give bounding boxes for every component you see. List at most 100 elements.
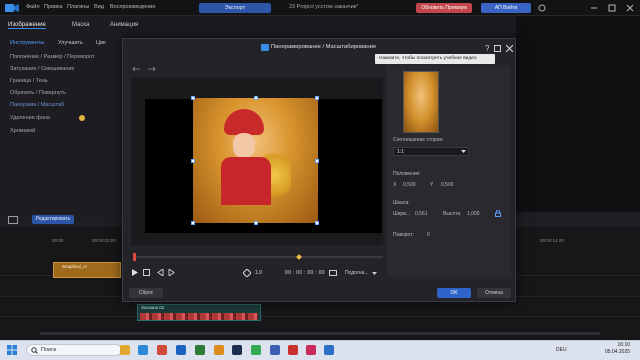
resize-handle[interactable] bbox=[191, 96, 195, 100]
menu-view[interactable]: Вид bbox=[94, 4, 104, 10]
taskbar-app-icon[interactable] bbox=[120, 345, 130, 355]
lock-icon[interactable] bbox=[495, 210, 501, 217]
resize-handle[interactable] bbox=[315, 96, 319, 100]
taskbar-app-icon[interactable] bbox=[251, 345, 261, 355]
subtab-tools[interactable]: Инструменты bbox=[10, 40, 44, 46]
timecode: 00 : 00 : 00 : 00 bbox=[285, 270, 325, 276]
audio-clip[interactable]: Suruana 02 bbox=[137, 304, 261, 321]
windows-start-icon[interactable] bbox=[7, 345, 17, 355]
maximize-icon[interactable] bbox=[608, 4, 616, 12]
tool-fade-blend[interactable]: Затухание / Смешивание bbox=[10, 66, 74, 72]
audio-waveform bbox=[140, 313, 258, 320]
menu-file[interactable]: Файл bbox=[26, 4, 40, 10]
pos-y-input[interactable]: 0,500 bbox=[441, 182, 454, 188]
premium-badge-icon bbox=[79, 115, 85, 121]
photo-face bbox=[233, 133, 255, 158]
aspect-ratio-label: Соотношение сторон: bbox=[393, 137, 444, 143]
keyboard-language[interactable]: DEU bbox=[556, 347, 567, 353]
close-icon[interactable] bbox=[626, 4, 634, 12]
resize-handle[interactable] bbox=[254, 96, 258, 100]
help-icon[interactable]: ? bbox=[484, 44, 491, 52]
tool-chromakey[interactable]: Хромакей bbox=[10, 128, 35, 134]
main-preview-background bbox=[516, 16, 640, 212]
tab-image[interactable]: Изображение bbox=[8, 22, 46, 29]
aspect-ratio-select[interactable]: 1:1 bbox=[393, 147, 469, 156]
pos-x-input[interactable]: 0,500 bbox=[403, 182, 416, 188]
clock-time: 16:10 bbox=[617, 342, 631, 348]
undo-icon[interactable] bbox=[131, 66, 141, 72]
ok-button[interactable]: OK bbox=[437, 288, 471, 298]
position-label: Положение: bbox=[393, 171, 421, 177]
edit-panel: Изображение Маска Анимация Инструменты У… bbox=[0, 16, 138, 212]
taskbar-app-icon[interactable] bbox=[157, 345, 167, 355]
cancel-button[interactable]: Отмена bbox=[477, 288, 511, 298]
ruler-tick: 00:00 bbox=[52, 238, 64, 243]
tab-animation[interactable]: Анимация bbox=[110, 22, 138, 28]
resize-handle[interactable] bbox=[191, 159, 195, 163]
clip-label: Suruana 02 bbox=[141, 305, 165, 310]
chevron-down-icon[interactable] bbox=[461, 150, 466, 153]
tool-remove-background[interactable]: Удаление фона bbox=[10, 115, 50, 121]
upgrade-button[interactable]: Обновить Премиум bbox=[416, 3, 472, 13]
taskbar-app-icon[interactable] bbox=[138, 345, 148, 355]
resize-handle[interactable] bbox=[315, 221, 319, 225]
taskbar-search-input[interactable]: Поиск bbox=[26, 344, 122, 356]
width-input[interactable]: 0,561 bbox=[415, 211, 428, 217]
snapshot-icon[interactable] bbox=[329, 270, 337, 276]
timeline-scrollbar[interactable] bbox=[40, 332, 600, 335]
scale-label: Шкала: bbox=[393, 200, 410, 206]
subtab-enhance[interactable]: Улучшить bbox=[58, 40, 83, 46]
video-tutorial-icon[interactable] bbox=[494, 45, 501, 52]
tool-pan-zoom[interactable]: Панорама / Масштаб bbox=[10, 102, 64, 108]
source-thumbnail bbox=[403, 71, 439, 133]
edit-button[interactable]: Редактировать bbox=[32, 215, 74, 224]
tool-crop-rotate[interactable]: Обрезать / Повернуть bbox=[10, 90, 66, 96]
close-icon[interactable] bbox=[506, 45, 513, 52]
video-clip[interactable]: Snapfinal_cr bbox=[53, 262, 121, 278]
resize-handle[interactable] bbox=[315, 159, 319, 163]
redo-icon[interactable] bbox=[147, 66, 157, 72]
taskbar-app-icon[interactable] bbox=[306, 345, 316, 355]
signin-button[interactable]: АП Войти bbox=[481, 3, 531, 13]
clip-label: Snapfinal_cr bbox=[62, 264, 88, 269]
width-label: Шири... bbox=[393, 211, 411, 217]
tool-border-shadow[interactable]: Граница / Тень bbox=[10, 78, 48, 84]
next-frame-icon[interactable] bbox=[168, 269, 176, 276]
play-icon[interactable] bbox=[132, 269, 138, 276]
minimize-icon[interactable] bbox=[590, 4, 598, 12]
playback-speed[interactable]: 1.0 bbox=[255, 270, 262, 276]
subtab-color[interactable]: Цве bbox=[96, 40, 106, 46]
preview-scrollbar[interactable] bbox=[382, 77, 385, 245]
keyframe-nav-icon[interactable] bbox=[243, 269, 251, 277]
fit-dropdown[interactable]: Подогна... bbox=[345, 270, 369, 276]
taskbar-app-icon[interactable] bbox=[288, 345, 298, 355]
pos-x-label: X bbox=[393, 182, 397, 188]
prev-frame-icon[interactable] bbox=[156, 269, 164, 276]
taskbar-app-icon[interactable] bbox=[270, 345, 280, 355]
keyframe-track[interactable] bbox=[133, 256, 383, 258]
taskbar-app-icon[interactable] bbox=[324, 345, 334, 355]
menu-plugins[interactable]: Плагины bbox=[67, 4, 89, 10]
height-input[interactable]: 1,000 bbox=[467, 211, 480, 217]
resize-handle[interactable] bbox=[254, 221, 258, 225]
tool-position-size[interactable]: Положение / Размер / Переворот bbox=[10, 54, 95, 60]
menu-playback[interactable]: Воспроизведение bbox=[110, 4, 155, 10]
export-button[interactable]: Экспорт bbox=[199, 3, 271, 13]
add-track-icon[interactable] bbox=[8, 216, 18, 224]
system-clock[interactable]: 16:10 05.04.2025 bbox=[605, 342, 630, 356]
settings-gear-icon[interactable] bbox=[538, 4, 546, 12]
resize-handle[interactable] bbox=[191, 221, 195, 225]
menu-edit[interactable]: Правка bbox=[44, 4, 63, 10]
taskbar-app-icon[interactable] bbox=[214, 345, 224, 355]
chevron-down-icon[interactable] bbox=[372, 272, 377, 275]
reset-button[interactable]: Сброс bbox=[129, 288, 163, 298]
taskbar-app-icon[interactable] bbox=[232, 345, 242, 355]
tab-mask[interactable]: Маска bbox=[72, 22, 90, 28]
stop-icon[interactable] bbox=[143, 269, 150, 276]
taskbar-app-icon[interactable] bbox=[176, 345, 186, 355]
taskbar-app-icon[interactable] bbox=[195, 345, 205, 355]
rotation-input[interactable]: 0 bbox=[427, 232, 430, 238]
height-label: Высота bbox=[443, 211, 461, 217]
playhead[interactable] bbox=[133, 253, 136, 261]
ruler-tick: 00:00:14:00 bbox=[540, 238, 564, 243]
